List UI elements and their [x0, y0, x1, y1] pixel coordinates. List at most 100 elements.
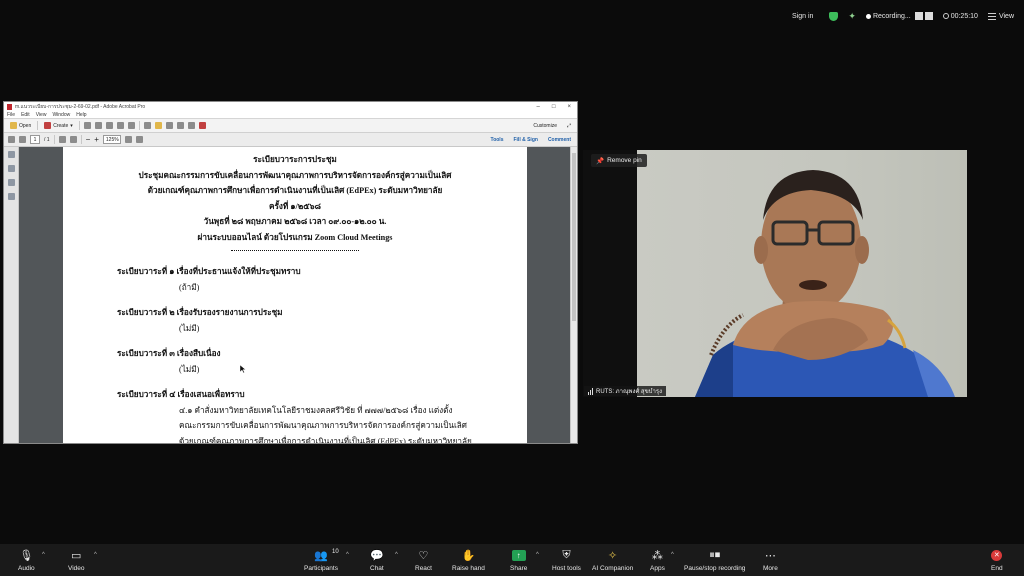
- host-tools-label: Host tools: [552, 565, 581, 572]
- encryption-shield-icon[interactable]: [829, 11, 839, 21]
- apps-options-chevron-icon[interactable]: ^: [671, 552, 674, 558]
- tab-tools[interactable]: Tools: [491, 137, 504, 143]
- more-dots-icon: ⋯: [764, 549, 776, 562]
- page-down-icon[interactable]: [19, 136, 26, 143]
- tab-fill-sign[interactable]: Fill & Sign: [513, 137, 537, 143]
- video-options-chevron-icon[interactable]: ^: [94, 552, 97, 558]
- chat-bubble-icon: 💬: [370, 549, 384, 562]
- ai-sparkle-icon[interactable]: ✦: [848, 11, 856, 22]
- muted-microphone-icon: 🎙: [19, 549, 34, 562]
- scrollbar-thumb[interactable]: [572, 153, 576, 321]
- more-button[interactable]: ⋯ More: [763, 548, 778, 573]
- participant-video-tile[interactable]: [583, 150, 967, 397]
- pause-recording-icon[interactable]: [914, 12, 923, 20]
- menu-view[interactable]: View: [36, 112, 47, 118]
- recording-label: Recording...: [872, 12, 911, 20]
- react-button[interactable]: ♡ React: [415, 548, 432, 573]
- view-button[interactable]: View: [987, 12, 1014, 20]
- share-button[interactable]: ↑ Share: [510, 548, 527, 572]
- pause-stop-recording-button[interactable]: ⏸⏹ Pause/stop recording: [684, 548, 745, 573]
- video-button[interactable]: ▭ Video: [68, 548, 85, 573]
- menu-window[interactable]: Window: [52, 112, 70, 118]
- print-icon[interactable]: [105, 122, 113, 129]
- email-icon[interactable]: [127, 122, 135, 129]
- share-options-chevron-icon[interactable]: ^: [536, 552, 539, 558]
- zoom-out-icon[interactable]: −: [86, 135, 91, 144]
- folder-icon: [10, 122, 17, 129]
- agenda-sub: (ไม่มี): [179, 323, 200, 333]
- item-4-line-2: คณะกรรมการขับเคลื่อนการพัฒนาคุณภาพการบริ…: [179, 421, 468, 430]
- host-tools-button[interactable]: ⛨ Host tools: [552, 548, 581, 573]
- hand-tool-icon[interactable]: [69, 136, 77, 143]
- apps-button[interactable]: ⁂ Apps: [650, 548, 665, 573]
- edit-icon[interactable]: [116, 122, 124, 129]
- participants-options-chevron-icon[interactable]: ^: [346, 552, 349, 558]
- chat-label: Chat: [370, 565, 384, 572]
- page-up-icon[interactable]: [8, 136, 15, 143]
- end-meeting-button[interactable]: ✕ End: [991, 548, 1003, 572]
- menu-file[interactable]: File: [7, 112, 15, 118]
- pages-icon[interactable]: [7, 151, 15, 158]
- annotate-icon[interactable]: [135, 136, 143, 143]
- page-number-input[interactable]: 1: [30, 135, 40, 144]
- audio-button[interactable]: 🎙 Audio: [18, 548, 35, 573]
- comment-icon[interactable]: [154, 122, 162, 129]
- create-button[interactable]: Create ▾: [42, 121, 75, 130]
- select-tool-icon[interactable]: [58, 136, 66, 143]
- top-status-bar: Sign in ✦ Recording... 00:25:10 View: [792, 8, 1014, 24]
- agenda-sub: (ถ้ามี): [179, 282, 200, 292]
- tab-comment[interactable]: Comment: [548, 137, 571, 143]
- fit-page-icon[interactable]: [124, 136, 132, 143]
- audio-label: Audio: [18, 565, 35, 572]
- cloud-icon[interactable]: [94, 122, 102, 129]
- share-screen-icon: ↑: [511, 549, 526, 561]
- chat-options-chevron-icon[interactable]: ^: [395, 552, 398, 558]
- attach-icon[interactable]: [187, 122, 195, 129]
- stamp-icon[interactable]: [176, 122, 184, 129]
- remove-pin-button[interactable]: 📌 Remove pin: [591, 154, 647, 167]
- agenda-sub: (ไม่มี): [179, 364, 200, 374]
- participant-name-tag: RUTS: ภาณุพงศ์ สุขบำรุง: [584, 386, 667, 396]
- raise-hand-button[interactable]: ✋ Raise hand: [452, 548, 485, 573]
- pin-icon: 📌: [596, 157, 605, 165]
- zoom-in-icon[interactable]: +: [94, 135, 99, 144]
- minimize-icon[interactable]: –: [537, 104, 540, 110]
- heart-icon: ♡: [418, 549, 429, 562]
- create-label: Create: [53, 122, 69, 129]
- sign-icon[interactable]: [198, 122, 206, 129]
- open-button[interactable]: Open: [8, 121, 33, 130]
- expand-icon[interactable]: ⤢: [567, 123, 571, 129]
- stop-recording-icon[interactable]: [924, 12, 933, 20]
- save-icon[interactable]: [83, 122, 91, 129]
- end-icon-wrap: ✕: [991, 548, 1003, 562]
- highlight-icon[interactable]: [165, 122, 173, 129]
- participant-name: RUTS: ภาณุพงศ์ สุขบำรุง: [596, 389, 663, 395]
- settings-icon[interactable]: [143, 122, 151, 129]
- document-scrollbar[interactable]: [570, 147, 577, 443]
- chat-button[interactable]: 💬 Chat: [370, 548, 384, 573]
- close-icon[interactable]: ×: [567, 104, 571, 110]
- customize-button[interactable]: Customize: [533, 123, 557, 129]
- menu-help[interactable]: Help: [76, 112, 86, 118]
- share-label: Share: [510, 565, 528, 572]
- audio-options-chevron-icon[interactable]: ^: [42, 552, 45, 558]
- maximize-icon[interactable]: □: [552, 104, 556, 110]
- toolbar-divider: [80, 135, 82, 144]
- participants-button[interactable]: 👥 10 Participants: [304, 548, 339, 572]
- acrobat-toolbar: Open Create ▾ Customize ⤢: [4, 119, 577, 133]
- recording-indicator[interactable]: Recording...: [865, 12, 933, 20]
- zoom-select[interactable]: 125%: [102, 135, 121, 144]
- agenda-item-1: ระเบียบวาระที่ ๑ เรื่องที่ประธานแจ้งให้ท…: [117, 264, 301, 295]
- timer-value: 00:25:10: [950, 12, 978, 20]
- ai-companion-sparkle-icon: ✧: [607, 549, 618, 562]
- document-canvas[interactable]: ระเบียบวาระการประชุม ประชุมคณะกรรมการขับ…: [19, 147, 570, 443]
- toolbar-divider: [53, 135, 55, 144]
- menu-edit[interactable]: Edit: [21, 112, 30, 118]
- ai-companion-button[interactable]: ✧ AI Companion: [592, 548, 633, 573]
- attachments-icon[interactable]: [7, 179, 15, 186]
- open-label: Open: [19, 122, 32, 129]
- bookmark-icon[interactable]: [7, 165, 15, 172]
- signature-panel-icon[interactable]: [7, 193, 15, 200]
- item-4-line-1: ๔.๑ คำสั่งมหาวิทยาลัยเทคโนโลยีราชมงคลศรี…: [179, 405, 453, 415]
- sign-in-link[interactable]: Sign in: [792, 13, 813, 20]
